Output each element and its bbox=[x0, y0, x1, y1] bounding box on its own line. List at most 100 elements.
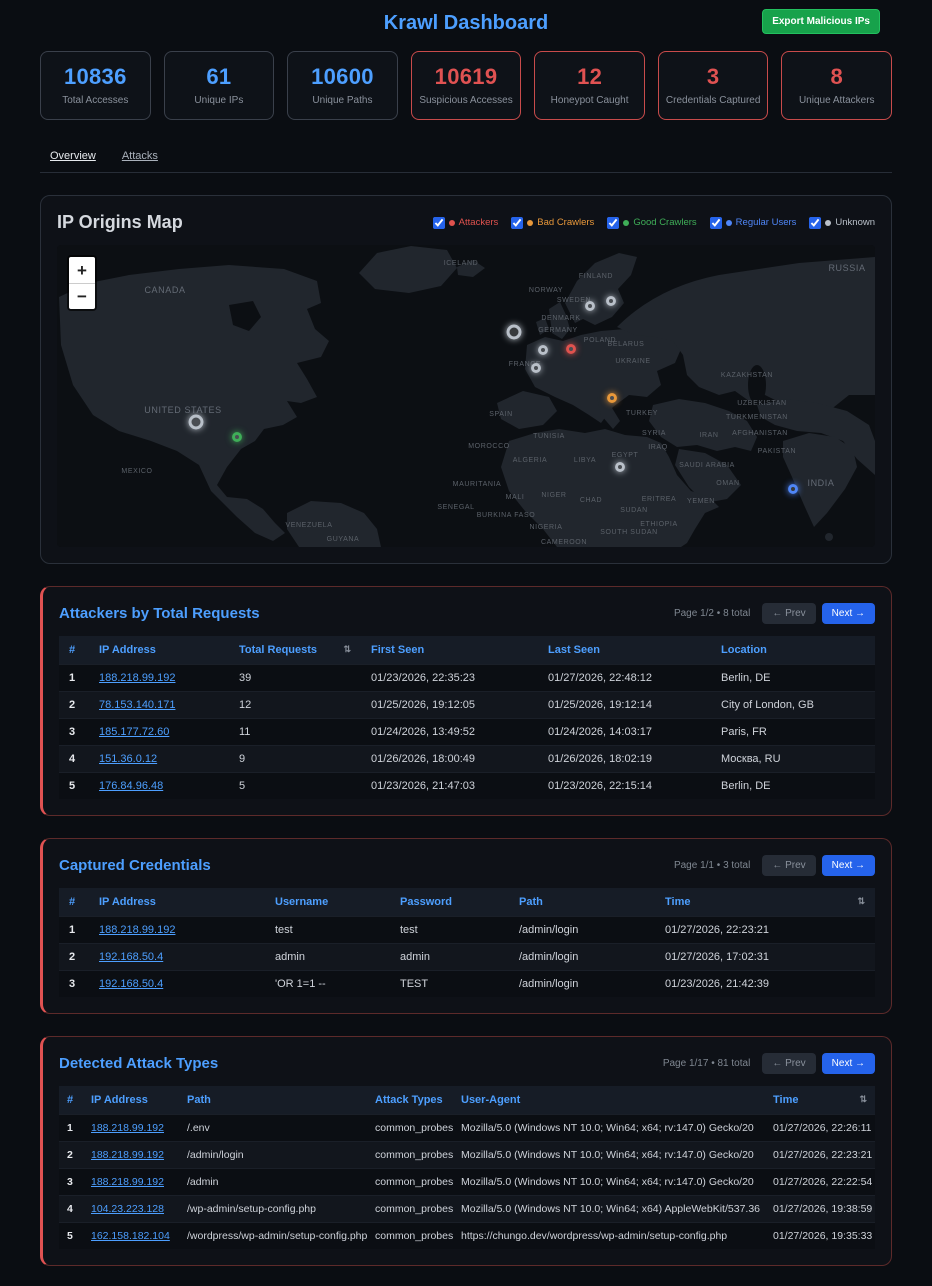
cell-attack-types: common_probes bbox=[367, 1223, 453, 1250]
column-header-ip-address[interactable]: IP Address bbox=[89, 636, 229, 665]
map-label-syria: SYRIA bbox=[642, 430, 666, 437]
column-header-first-seen[interactable]: First Seen bbox=[361, 636, 538, 665]
map-label-iraq: IRAQ bbox=[648, 444, 668, 451]
sort-icon[interactable]: ⇅ bbox=[343, 644, 351, 655]
table-row: 1188.218.99.1923901/23/2026, 22:35:2301/… bbox=[59, 665, 875, 692]
sort-icon[interactable]: ⇅ bbox=[857, 896, 865, 907]
ip-link[interactable]: 188.218.99.192 bbox=[91, 1176, 164, 1188]
ip-link[interactable]: 78.153.140.171 bbox=[99, 699, 175, 711]
ip-link[interactable]: 185.177.72.60 bbox=[99, 726, 169, 738]
legend-checkbox-regular[interactable] bbox=[710, 217, 722, 229]
cell-location: Paris, FR bbox=[711, 719, 875, 746]
map-label-oman: OMAN bbox=[716, 480, 739, 487]
stat-label: Honeypot Caught bbox=[539, 95, 640, 106]
table-row: 1188.218.99.192/.envcommon_probesMozilla… bbox=[59, 1115, 875, 1142]
column-header-attack-types[interactable]: Attack Types bbox=[367, 1086, 453, 1115]
cell-: 2 bbox=[59, 1142, 83, 1169]
legend-item-attackers[interactable]: Attackers bbox=[433, 217, 499, 229]
column-header-total-requests[interactable]: Total Requests⇅ bbox=[229, 636, 361, 665]
map-marker-unknown[interactable] bbox=[189, 415, 204, 430]
column-header-password[interactable]: Password bbox=[390, 888, 509, 917]
ip-link[interactable]: 188.218.99.192 bbox=[91, 1122, 164, 1134]
ip-link[interactable]: 188.218.99.192 bbox=[99, 672, 175, 684]
column-header-path[interactable]: Path bbox=[179, 1086, 367, 1115]
map-label-mexico: MEXICO bbox=[121, 468, 152, 475]
map-marker-unknown[interactable] bbox=[507, 325, 522, 340]
ip-link[interactable]: 192.168.50.4 bbox=[99, 951, 163, 963]
sort-icon[interactable]: ⇅ bbox=[859, 1094, 867, 1105]
zoom-out-button[interactable]: − bbox=[69, 283, 95, 309]
cell-path: /.env bbox=[179, 1115, 367, 1142]
column-header-path[interactable]: Path bbox=[509, 888, 655, 917]
column-header-[interactable]: # bbox=[59, 636, 89, 665]
cell-last-seen: 01/26/2026, 18:02:19 bbox=[538, 746, 711, 773]
legend-checkbox-attackers[interactable] bbox=[433, 217, 445, 229]
column-header-last-seen[interactable]: Last Seen bbox=[538, 636, 711, 665]
column-header-username[interactable]: Username bbox=[265, 888, 390, 917]
tab-attacks[interactable]: Attacks bbox=[122, 150, 158, 162]
next-button[interactable]: Next → bbox=[822, 1053, 875, 1074]
legend-item-unknown[interactable]: Unknown bbox=[809, 217, 875, 229]
attack-types-table: # IP AddressPathAttack TypesUser-AgentTim… bbox=[59, 1086, 875, 1249]
ip-link[interactable]: 188.218.99.192 bbox=[99, 924, 175, 936]
map-marker-attackers[interactable] bbox=[566, 344, 576, 354]
cell-username: test bbox=[265, 917, 390, 944]
cell-: 2 bbox=[59, 944, 89, 971]
legend-item-good[interactable]: Good Crawlers bbox=[607, 217, 696, 229]
legend-checkbox-bad[interactable] bbox=[511, 217, 523, 229]
map-marker-unknown[interactable] bbox=[585, 301, 595, 311]
ip-link[interactable]: 151.36.0.12 bbox=[99, 753, 157, 765]
column-header-ip-address[interactable]: IP Address bbox=[89, 888, 265, 917]
column-header-[interactable]: # bbox=[59, 888, 89, 917]
map-marker-unknown[interactable] bbox=[531, 363, 541, 373]
stat-card-honeypot-caught: 12Honeypot Caught bbox=[534, 51, 645, 120]
map-label-russia: RUSSIA bbox=[828, 263, 865, 273]
cell-ip-address: 176.84.96.48 bbox=[89, 773, 229, 800]
column-header-ip-address[interactable]: IP Address bbox=[83, 1086, 179, 1115]
prev-button[interactable]: ← Prev bbox=[762, 1053, 815, 1074]
ip-link[interactable]: 188.218.99.192 bbox=[91, 1149, 164, 1161]
map-viewport[interactable]: CANADAICELANDRUSSIANORWAYFINLANDSWEDENUN… bbox=[57, 245, 875, 547]
prev-button[interactable]: ← Prev bbox=[762, 603, 815, 624]
attackers-pager-info: Page 1/2 • 8 total bbox=[674, 608, 750, 619]
table-row: 5162.158.182.104/wordpress/wp-admin/setu… bbox=[59, 1223, 875, 1250]
tab-overview[interactable]: Overview bbox=[50, 150, 96, 162]
legend-item-regular[interactable]: Regular Users bbox=[710, 217, 797, 229]
column-header-time[interactable]: Time⇅ bbox=[655, 888, 875, 917]
prev-button[interactable]: ← Prev bbox=[762, 855, 815, 876]
export-malicious-ips-button[interactable]: Export Malicious IPs bbox=[762, 9, 880, 34]
map-label-germany: GERMANY bbox=[538, 327, 578, 334]
map-marker-regular[interactable] bbox=[788, 484, 798, 494]
column-header-user-agent[interactable]: User-Agent bbox=[453, 1086, 765, 1115]
zoom-in-button[interactable]: + bbox=[69, 257, 95, 283]
table-header-row: # IP AddressPathAttack TypesUser-AgentTim… bbox=[59, 1086, 875, 1115]
map-marker-unknown[interactable] bbox=[615, 462, 625, 472]
column-header-[interactable]: # bbox=[59, 1086, 83, 1115]
cell-total-requests: 9 bbox=[229, 746, 361, 773]
map-label-ukraine: UKRAINE bbox=[615, 358, 650, 365]
ip-link[interactable]: 176.84.96.48 bbox=[99, 780, 163, 792]
ip-link[interactable]: 192.168.50.4 bbox=[99, 978, 163, 990]
legend-checkbox-good[interactable] bbox=[607, 217, 619, 229]
ip-link[interactable]: 104.23.223.128 bbox=[91, 1203, 164, 1215]
legend-item-bad[interactable]: Bad Crawlers bbox=[511, 217, 594, 229]
cell-last-seen: 01/27/2026, 22:48:12 bbox=[538, 665, 711, 692]
total-count: 3 total bbox=[723, 860, 750, 871]
pager-separator: • bbox=[711, 1058, 715, 1069]
column-header-time[interactable]: Time⇅ bbox=[765, 1086, 875, 1115]
map-marker-good[interactable] bbox=[232, 432, 242, 442]
map-marker-unknown[interactable] bbox=[606, 296, 616, 306]
column-header-location[interactable]: Location bbox=[711, 636, 875, 665]
map-label-united-states: UNITED STATES bbox=[144, 405, 221, 415]
ip-link[interactable]: 162.158.182.104 bbox=[91, 1230, 170, 1242]
page-indicator: Page 1/2 bbox=[674, 608, 714, 619]
next-button[interactable]: Next → bbox=[822, 603, 875, 624]
map-marker-bad[interactable] bbox=[607, 393, 617, 403]
cell-time: 01/27/2026, 19:35:33 bbox=[765, 1223, 875, 1250]
next-button[interactable]: Next → bbox=[822, 855, 875, 876]
map-label-venezuela: VENEZUELA bbox=[285, 522, 332, 529]
legend-checkbox-unknown[interactable] bbox=[809, 217, 821, 229]
pager-separator: • bbox=[717, 608, 721, 619]
column-header-label: # bbox=[67, 1094, 73, 1106]
map-marker-unknown[interactable] bbox=[538, 345, 548, 355]
